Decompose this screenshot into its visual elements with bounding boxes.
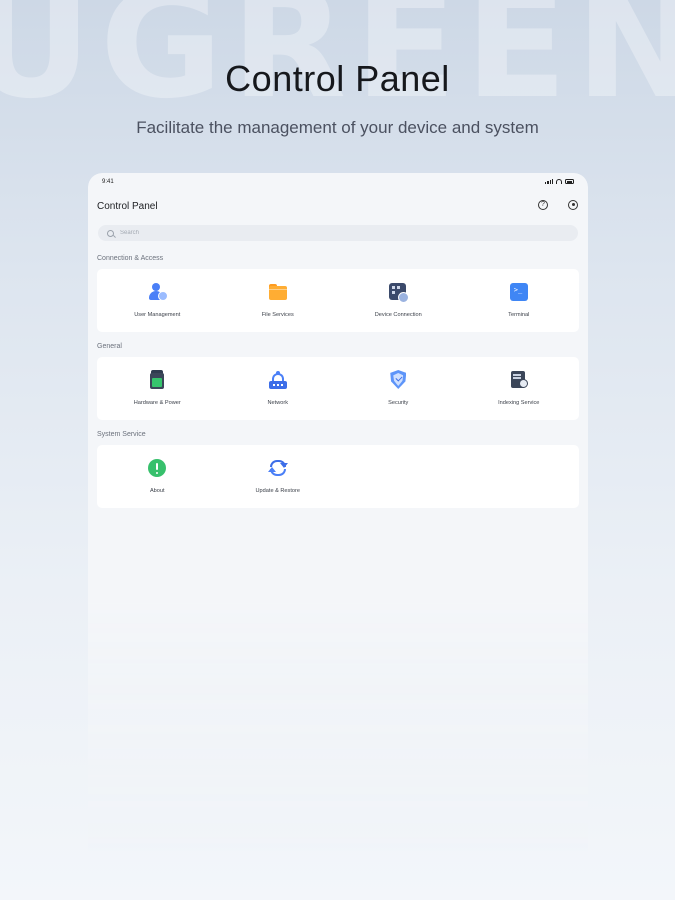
tile-security[interactable]: Security: [338, 357, 459, 420]
tile-label: Network: [267, 400, 288, 406]
router-icon: [268, 370, 288, 390]
tile-label: Hardware & Power: [133, 400, 181, 406]
tile-indexing-service[interactable]: Indexing Service: [459, 357, 580, 420]
tile-label: About: [149, 488, 165, 494]
tile-label: Terminal: [508, 312, 530, 318]
tile-update-restore[interactable]: Update & Restore: [218, 445, 339, 508]
wifi-icon: [556, 179, 562, 184]
refresh-icon: [267, 458, 288, 478]
tile-label: Update & Restore: [255, 488, 300, 494]
tile-terminal[interactable]: >_ Terminal: [459, 269, 580, 332]
search-input[interactable]: [120, 230, 320, 236]
tile-label: Security: [388, 400, 409, 406]
tablet-screen: 9:41 Control Panel ? Connection & Access…: [88, 173, 588, 863]
status-bar: 9:41: [102, 179, 574, 189]
info-icon: [147, 458, 167, 478]
app-title: Control Panel: [97, 201, 158, 212]
battery-icon: [147, 370, 167, 390]
page-headline: Control Panel: [225, 58, 450, 99]
status-icons: [545, 179, 574, 184]
section-card-general: Hardware & Power Network Security Indexi…: [97, 357, 579, 420]
section-label-system-service: System Service: [97, 431, 146, 438]
status-time: 9:41: [102, 179, 114, 185]
tile-about[interactable]: About: [97, 445, 218, 508]
shield-icon: [388, 370, 408, 390]
tile-label: Indexing Service: [498, 400, 540, 406]
signal-icon: [545, 179, 553, 184]
tile-network[interactable]: Network: [218, 357, 339, 420]
folder-icon: [268, 282, 288, 302]
search-icon: [107, 229, 114, 237]
tile-device-connection[interactable]: Device Connection: [338, 269, 459, 332]
tile-label: User Management: [134, 312, 181, 318]
tile-user-management[interactable]: User Management: [97, 269, 218, 332]
section-card-system-service: About Update & Restore: [97, 445, 579, 508]
search-bar[interactable]: [98, 225, 578, 241]
tile-hardware-power[interactable]: Hardware & Power: [97, 357, 218, 420]
user-management-icon: [147, 282, 169, 302]
tile-label: Device Connection: [374, 312, 422, 318]
section-label-connection-access: Connection & Access: [97, 255, 164, 262]
tile-label: File Services: [261, 312, 294, 318]
battery-status-icon: [565, 179, 574, 184]
terminal-icon: >_: [509, 282, 529, 302]
device-connection-icon: [388, 282, 410, 303]
help-icon[interactable]: ?: [538, 200, 548, 210]
section-label-general: General: [97, 343, 122, 350]
page-subheadline: Facilitate the management of your device…: [136, 118, 539, 137]
header-actions: ?: [538, 200, 578, 210]
settings-icon[interactable]: [568, 200, 578, 210]
indexing-icon: [509, 370, 529, 390]
tile-file-services[interactable]: File Services: [218, 269, 339, 332]
section-card-connection-access: User Management File Services Device Con…: [97, 269, 579, 332]
